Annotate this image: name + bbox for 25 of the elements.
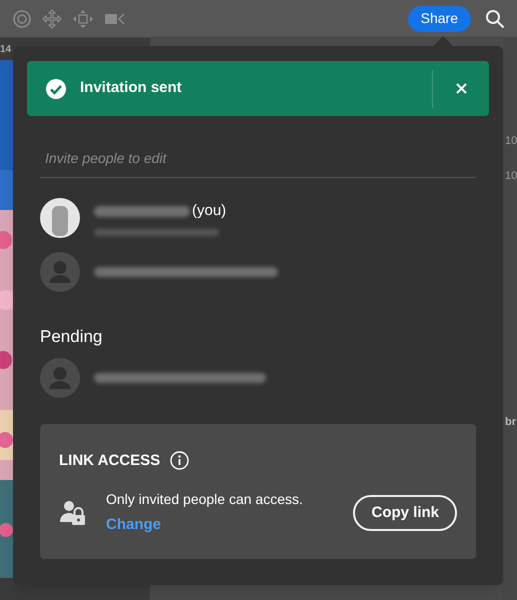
move-icon[interactable] [42, 8, 62, 28]
avatar [40, 198, 80, 238]
share-button[interactable]: Share [408, 6, 471, 32]
you-label: (you) [192, 200, 226, 221]
panel-label: 10 [505, 134, 517, 149]
pending-heading: Pending [40, 326, 104, 348]
checkmark-icon [46, 78, 66, 98]
change-link[interactable]: Change [106, 514, 162, 536]
toast-message: Invitation sent [80, 78, 182, 98]
copy-link-button[interactable]: Copy link [353, 494, 457, 531]
person-lock-icon [59, 500, 87, 526]
link-access-description: Only invited people can access. [106, 490, 303, 509]
move-icon[interactable] [72, 8, 94, 28]
video-camera-icon[interactable] [104, 10, 126, 26]
rotate-icon[interactable] [12, 8, 32, 28]
avatar [40, 358, 80, 398]
close-icon [456, 83, 466, 94]
search-icon[interactable] [485, 8, 505, 28]
avatar [40, 252, 80, 292]
link-access-title: LINK ACCESS [59, 450, 160, 470]
ruler-label: 14 [0, 42, 12, 56]
panel-label: br [505, 415, 517, 430]
panel-label: 10 [505, 168, 517, 184]
info-icon[interactable] [170, 451, 190, 470]
invite-field[interactable]: Invite people to edit [40, 138, 476, 178]
